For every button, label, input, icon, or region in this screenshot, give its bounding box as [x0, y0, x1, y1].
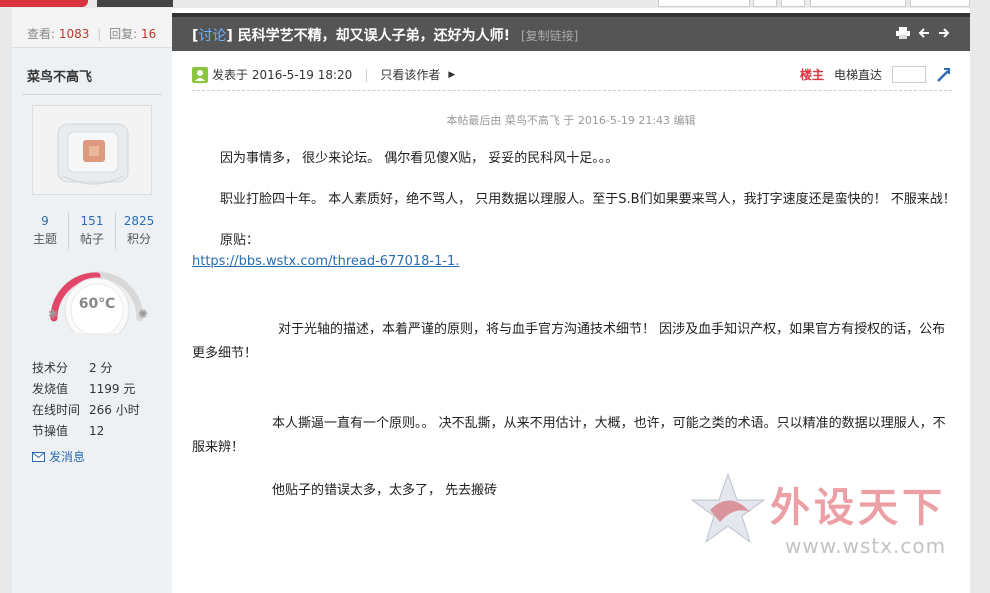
author-name[interactable]: 菜鸟不高飞 [27, 66, 92, 85]
post-date: 发表于 2016-5-19 18:20 [212, 68, 353, 82]
only-author-link[interactable]: 只看该作者 [380, 66, 440, 83]
gauge-value: 60℃ [78, 296, 116, 312]
count-points-label: 积分 [126, 232, 151, 246]
right-gutter [970, 8, 990, 593]
author-panel: 查看: 1083 | 回复: 16 菜鸟不高飞 9 主题 151 帖子 2825… [12, 8, 172, 593]
print-icon[interactable] [896, 27, 910, 39]
send-message-label: 发消息 [49, 450, 86, 464]
info-key: 技术分 [32, 361, 69, 375]
post-meta: 发表于 2016-5-19 18:20 | 只看该作者 ▶ [192, 66, 455, 83]
info-value: 12 [89, 424, 105, 438]
info-row: 节操值 12 [32, 421, 172, 442]
post-panel: [讨论] 民科学艺不精，却又误人子弟，还好为人师! [复制链接] 发表于 201… [172, 8, 970, 593]
post-paragraph: 职业打脸四十年。 本人素质好，绝不骂人， 只用数据以理服人。至于S.B们如果要来… [220, 192, 956, 207]
replies-count: 16 [141, 27, 157, 41]
info-row: 技术分 2 分 [32, 358, 172, 379]
copy-link-button[interactable]: [复制链接] [521, 29, 578, 43]
top-strip [0, 0, 990, 8]
info-key: 在线时间 [32, 403, 81, 417]
top-dark-tab[interactable] [97, 0, 173, 7]
info-value: 2 分 [89, 361, 113, 375]
thread-stats: 查看: 1083 | 回复: 16 [12, 8, 172, 48]
edited-note: 本帖最后由 菜鸟不高飞 于 2016-5-19 21:43 编辑 [446, 114, 696, 127]
top-red-tab[interactable] [0, 0, 88, 7]
post-paragraph: 原贴： [220, 233, 260, 248]
send-message-link[interactable]: 发消息 [32, 448, 85, 465]
floor-controls: 楼主 电梯直达 [800, 66, 950, 83]
replies-label: 回复: [109, 27, 138, 41]
top-box-5[interactable] [910, 0, 970, 7]
meta-divider: | [364, 67, 369, 82]
online-status-icon [192, 66, 208, 83]
count-posts[interactable]: 151 帖子 [69, 213, 116, 249]
top-box-4[interactable] [810, 0, 906, 7]
elevator-label: 电梯直达 [833, 68, 882, 82]
previous-arrow-icon[interactable] [918, 27, 930, 39]
views-label: 查看: [27, 27, 56, 41]
original-post-link[interactable]: https://bbs.wstx.com/thread-677018-1-1. [192, 254, 459, 269]
post-content: 因为事情多， 很少来论坛。 偶尔看见傻X贴， 妥妥的民科风十足。。。 职业打脸四… [192, 148, 957, 501]
info-value: 1199 元 [89, 382, 136, 396]
info-key: 发烧值 [32, 382, 69, 396]
post-paragraph: 他贴子的错误太多，太多了， 先去搬砖 [272, 483, 498, 498]
count-topics-label: 主题 [32, 232, 57, 246]
info-row: 在线时间 266 小时 [32, 400, 172, 421]
author-info: 技术分 2 分 发烧值 1199 元 在线时间 266 小时 节操值 12 [32, 358, 172, 442]
author-counts: 9 主题 151 帖子 2825 积分 [22, 213, 162, 249]
post-paragraph: 对于光轴的描述，本着严谨的原则，将与血手官方沟通技术细节！ 因涉及血手知识产权，… [192, 322, 946, 361]
info-value: 266 小时 [89, 403, 140, 417]
count-posts-value: 151 [80, 214, 104, 228]
post-paragraph: 本人撕逼一直有一个原则。。 决不乱撕，从来不用估计，大概，也许，可能之类的术语。… [192, 416, 946, 455]
stats-divider: | [97, 27, 102, 41]
info-row: 发烧值 1199 元 [32, 379, 172, 400]
title-actions [896, 27, 950, 39]
count-topics[interactable]: 9 主题 [22, 213, 69, 249]
count-points-value: 2825 [123, 214, 155, 228]
temperature-gauge: ✱ ✺ 60℃ [42, 258, 152, 333]
meta-divider-line [192, 90, 952, 91]
post-title: 民科学艺不精，却又误人子弟，还好为人师! [237, 28, 511, 44]
info-key: 节操值 [32, 424, 69, 438]
count-topics-value: 9 [41, 214, 49, 228]
count-posts-label: 帖子 [79, 232, 104, 246]
post-title-bar: [讨论] 民科学艺不精，却又误人子弟，还好为人师! [复制链接] [172, 13, 970, 51]
floor-jump-input[interactable] [892, 66, 926, 83]
top-box-3[interactable] [781, 0, 805, 7]
jump-go-icon[interactable] [936, 67, 950, 82]
views-count: 1083 [58, 27, 90, 41]
next-arrow-icon[interactable] [938, 27, 950, 39]
top-box-2[interactable] [753, 0, 777, 7]
avatar-image [33, 106, 151, 194]
avatar[interactable] [32, 105, 152, 195]
envelope-icon [32, 451, 45, 462]
category-close: ] [226, 28, 233, 44]
category-link[interactable]: 讨论 [198, 28, 226, 44]
post-paragraph: 因为事情多， 很少来论坛。 偶尔看见傻X贴， 妥妥的民科风十足。。。 [220, 151, 619, 166]
top-box-1[interactable] [658, 0, 750, 7]
caret-right-icon: ▶ [448, 69, 456, 80]
floor-label: 楼主 [799, 68, 824, 82]
author-divider [22, 94, 162, 95]
count-points[interactable]: 2825 积分 [116, 213, 162, 249]
